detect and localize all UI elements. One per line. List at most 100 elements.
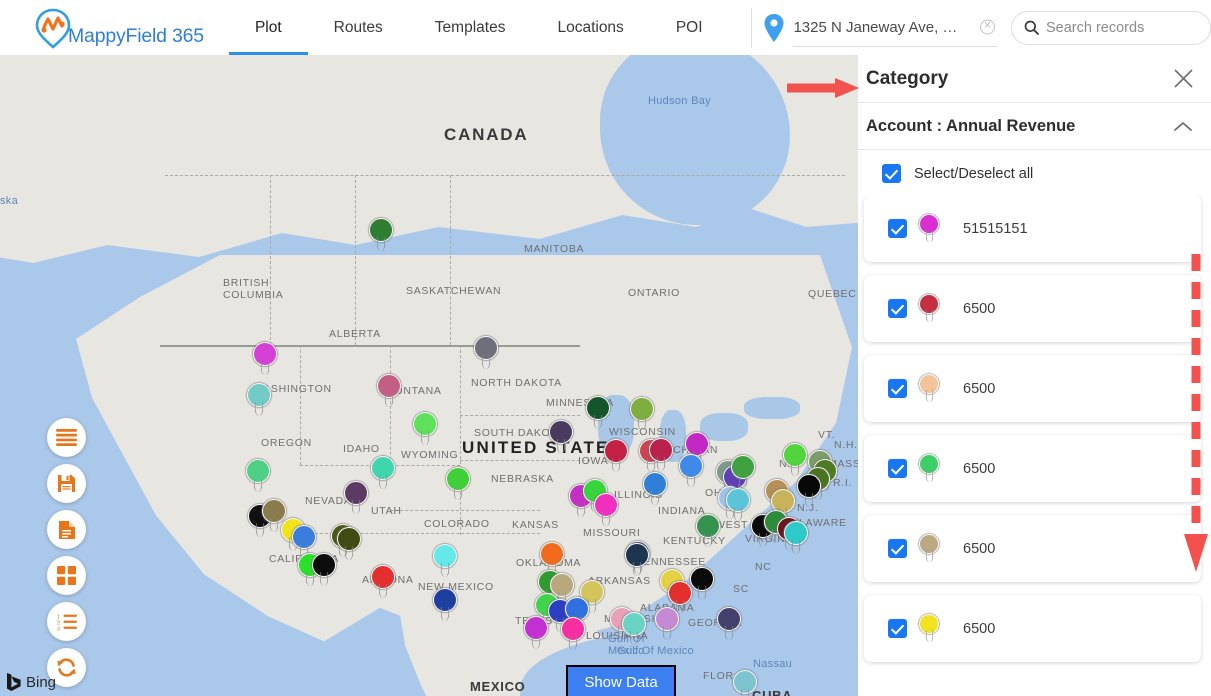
brand[interactable]: MappyField 365	[0, 5, 204, 51]
select-all-checkbox[interactable]	[882, 164, 901, 183]
nav-item-routes[interactable]: Routes	[308, 0, 409, 55]
category-item[interactable]: 6500	[864, 435, 1201, 502]
map-marker-pin[interactable]	[371, 456, 395, 489]
chevron-up-icon[interactable]	[1171, 114, 1195, 138]
map-marker-tail	[637, 416, 647, 430]
map-marker-pin[interactable]	[649, 438, 673, 471]
map-marker-tail	[629, 631, 639, 645]
map-marker-pin[interactable]	[413, 412, 437, 445]
map-marker-pin[interactable]	[371, 565, 395, 598]
address-input[interactable]	[793, 18, 997, 36]
map-marker-pin[interactable]	[625, 543, 649, 576]
map-marker-pin[interactable]	[586, 396, 610, 429]
search-icon	[1024, 20, 1039, 35]
map-marker-tail	[703, 533, 713, 547]
map-marker-pin[interactable]	[337, 527, 361, 560]
map-marker-pin[interactable]	[690, 567, 714, 600]
category-item[interactable]: 6500	[864, 595, 1201, 662]
category-item-checkbox[interactable]	[888, 219, 907, 238]
bing-logo-icon	[7, 673, 21, 691]
map-marker-pin[interactable]	[726, 488, 750, 521]
map-marker-pin[interactable]	[784, 521, 808, 554]
category-item-checkbox[interactable]	[888, 619, 907, 638]
numbered-list-button[interactable]: 1 2 3	[47, 602, 86, 641]
map-marker-pin[interactable]	[253, 342, 277, 375]
map-marker-pin[interactable]	[369, 218, 393, 251]
map-marker-pin[interactable]	[797, 474, 821, 507]
section-account-annual-revenue[interactable]: Account : Annual Revenue	[858, 103, 1211, 150]
map-marker-pin[interactable]	[733, 670, 757, 696]
category-list[interactable]: 51515151 6500 6500 6500 6500 6500	[858, 195, 1211, 696]
show-data-button[interactable]: Show Data	[566, 665, 676, 696]
nav-item-poi[interactable]: POI	[650, 0, 729, 55]
report-button[interactable]	[47, 510, 86, 549]
app-root: MappyField 365 Plot Routes Templates Loc…	[0, 0, 1211, 696]
category-item[interactable]: 6500	[864, 355, 1201, 422]
nav-item-plot[interactable]: Plot	[228, 0, 308, 55]
record-search[interactable]: ✕	[1011, 10, 1211, 45]
select-all-row[interactable]: Select/Deselect all	[858, 150, 1211, 195]
map-marker-pin[interactable]	[561, 617, 585, 650]
map-label: NC	[755, 561, 772, 573]
map-marker-pin[interactable]	[655, 607, 679, 640]
map-canvas[interactable]: CANADA UNITED STATES MEXICO CUBA Hudson Bay G…	[0, 55, 858, 696]
map-marker-pin[interactable]	[446, 467, 470, 500]
map-marker-pin[interactable]	[312, 553, 336, 586]
map-border-territories	[165, 175, 845, 176]
section-title: Account : Annual Revenue	[866, 116, 1076, 135]
map-marker-pin[interactable]	[622, 612, 646, 645]
map-marker-pin[interactable]	[549, 420, 573, 453]
map-label: MANITOBA	[524, 243, 585, 255]
map-marker-pin[interactable]	[474, 336, 498, 369]
menu-button[interactable]	[47, 418, 86, 457]
map-marker-tail	[253, 478, 263, 492]
map-marker-pin[interactable]	[247, 383, 271, 416]
map-marker-tail	[568, 636, 578, 650]
map-marker-tail	[440, 563, 450, 577]
map-marker-tail	[531, 635, 541, 649]
category-item[interactable]: 6500	[864, 275, 1201, 342]
search-records-input[interactable]	[1046, 19, 1211, 36]
category-item-checkbox[interactable]	[888, 299, 907, 318]
map-marker-tail	[378, 475, 388, 489]
map-marker-tail	[481, 355, 491, 369]
map-marker-pin[interactable]	[731, 455, 755, 488]
map-marker-pin[interactable]	[433, 544, 457, 577]
category-item-checkbox[interactable]	[888, 539, 907, 558]
category-item-label: 51515151	[963, 220, 1028, 237]
map-marker-pin[interactable]	[696, 514, 720, 547]
map-marker-pin[interactable]	[344, 481, 368, 514]
map-marker-pin[interactable]	[679, 454, 703, 487]
map-marker-pin[interactable]	[630, 397, 654, 430]
category-item-checkbox[interactable]	[888, 379, 907, 398]
map-marker-pin[interactable]	[246, 459, 270, 492]
map-marker-pin[interactable]	[643, 472, 667, 505]
map-marker-pin[interactable]	[594, 493, 618, 526]
category-pin-tail	[925, 390, 933, 402]
dashboard-button[interactable]	[47, 556, 86, 595]
main-nav: Plot Routes Templates Locations POI	[228, 0, 729, 55]
map-border-sk	[355, 175, 356, 345]
header-divider	[750, 7, 752, 48]
category-item[interactable]: 6500	[864, 515, 1201, 582]
map-marker-pin[interactable]	[783, 443, 807, 476]
nav-item-templates[interactable]: Templates	[409, 0, 532, 55]
save-button[interactable]	[47, 464, 86, 503]
address-clear-icon[interactable]: ✕	[980, 19, 995, 35]
map-marker-pin[interactable]	[377, 374, 401, 407]
map-marker-pin[interactable]	[604, 439, 628, 472]
nav-item-locations[interactable]: Locations	[531, 0, 649, 55]
map-marker-pin[interactable]	[717, 607, 741, 640]
map-marker-tail	[791, 540, 801, 554]
close-x-icon[interactable]	[1171, 67, 1195, 91]
map-border-sd	[460, 415, 580, 416]
category-item-label: 6500	[963, 460, 996, 477]
category-item-checkbox[interactable]	[888, 459, 907, 478]
map-marker-pin[interactable]	[524, 616, 548, 649]
map-marker-pin[interactable]	[433, 588, 457, 621]
address-search: ✕	[763, 7, 997, 49]
brand-name: MappyField 365	[68, 24, 204, 47]
map-marker-tail	[632, 562, 642, 576]
category-item[interactable]: 51515151	[864, 195, 1201, 262]
map-toolbar: 1 2 3	[47, 418, 86, 687]
